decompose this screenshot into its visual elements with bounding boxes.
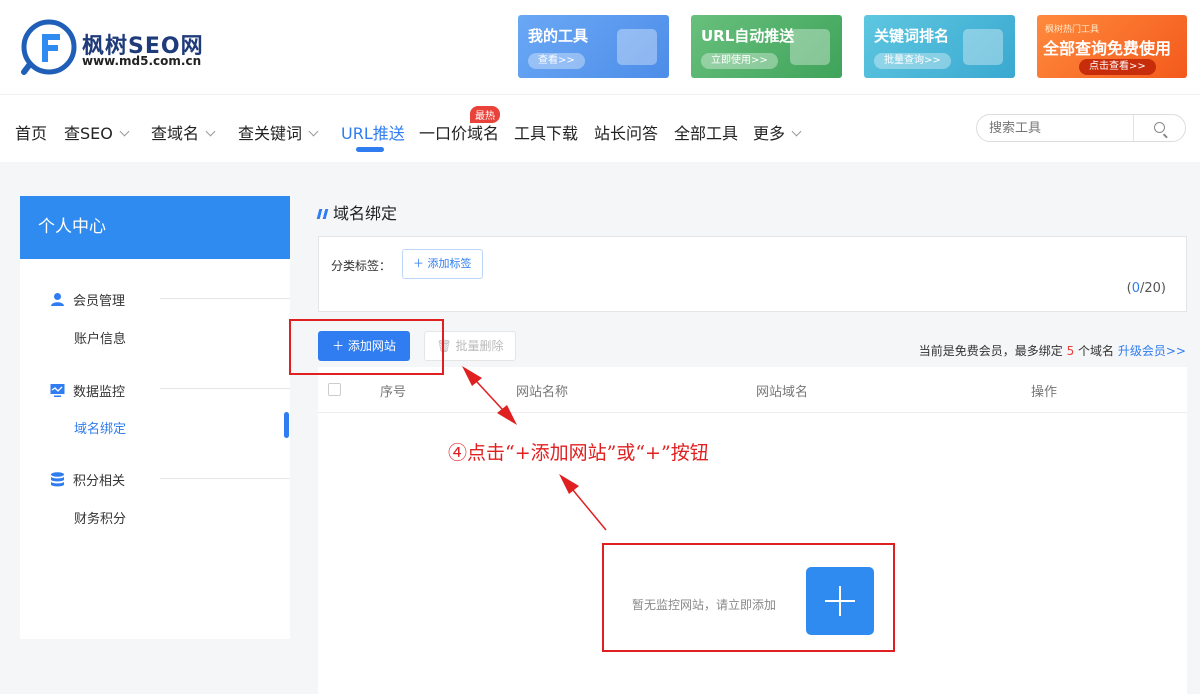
sidebar-item-account-info[interactable]: 账户信息 [74, 328, 126, 347]
column-header-site-name: 网站名称 [516, 385, 569, 400]
active-nav-indicator [356, 147, 384, 152]
sidebar-item-domain-binding[interactable]: 域名绑定 [74, 418, 126, 437]
monitor-icon [50, 384, 65, 397]
banner-title: 我的工具 [528, 27, 589, 45]
logo-url: www.md5.com.cn [82, 54, 202, 68]
site-logo[interactable]: 枫树SEO网 www.md5.com.cn [20, 18, 220, 78]
group-divider [160, 478, 290, 479]
sidebar-group-points: 积分相关 [50, 470, 125, 489]
nav-url-push[interactable]: URL推送 [341, 120, 405, 144]
chevron-down-icon [205, 126, 216, 137]
tag-panel: 分类标签： ＋ 添加标签 (0/20) [318, 236, 1187, 312]
select-all-checkbox[interactable] [328, 383, 341, 396]
banner-title: 关键词排名 [874, 27, 950, 45]
instruction-annotation: ④点击“+添加网站”或“+”按钮 [448, 442, 709, 464]
group-divider [160, 388, 290, 389]
logo-icon [21, 19, 77, 75]
banner-keyword-rank[interactable]: 关键词排名 批量查询>> [864, 15, 1015, 78]
banner-button[interactable]: 点击查看>> [1079, 59, 1156, 75]
chevron-down-icon [308, 126, 319, 137]
toolbox-icon [617, 29, 657, 65]
chevron-down-icon [119, 126, 130, 137]
banner-my-tools[interactable]: 我的工具 查看>> [518, 15, 669, 78]
nav-domain[interactable]: 查域名 [151, 120, 216, 144]
tool-search [976, 114, 1186, 142]
column-header-actions: 操作 [1031, 385, 1058, 400]
highlight-box-plus [602, 543, 895, 652]
main-nav: 首页 查SEO 查域名 查关键词 URL推送 一口价域名 最热 工具下载 站长问… [0, 94, 1200, 162]
column-header-site-domain: 网站域名 [756, 385, 809, 400]
add-tag-button[interactable]: ＋ 添加标签 [402, 249, 483, 279]
search-divider [1133, 115, 1134, 141]
search-icon[interactable] [1154, 122, 1165, 133]
nav-more[interactable]: 更多 [753, 120, 802, 144]
nav-webmaster-qa[interactable]: 站长问答 [594, 120, 658, 144]
upgrade-member-link[interactable]: 升级会员>> [1118, 344, 1186, 358]
highlight-box-add-site [289, 319, 444, 375]
member-note: 当前是免费会员，最多绑定 5 个域名 升级会员>> [918, 344, 1186, 358]
nav-tool-download[interactable]: 工具下载 [514, 120, 578, 144]
chevron-down-icon [791, 126, 802, 137]
banner-url-push[interactable]: URL自动推送 立即使用>> [691, 15, 842, 78]
active-item-marker [284, 412, 289, 438]
nav-keyword[interactable]: 查关键词 [238, 120, 319, 144]
url-doc-icon [790, 29, 830, 65]
sidebar-item-finance-points[interactable]: 财务积分 [74, 508, 126, 527]
user-icon [51, 293, 64, 306]
banner-button[interactable]: 批量查询>> [874, 53, 951, 69]
tag-count: (0/20) [1126, 281, 1166, 296]
column-header-index: 序号 [380, 385, 407, 400]
banner-title: 全部查询免费使用 [1043, 39, 1172, 58]
sidebar-group-member: 会员管理 [50, 290, 125, 309]
group-divider [160, 298, 290, 299]
bar-chart-icon [963, 29, 1003, 65]
tag-label: 分类标签： [331, 259, 392, 273]
nav-all-tools[interactable]: 全部工具 [674, 120, 738, 144]
sidebar: 个人中心 会员管理 账户信息 数据监控 域名绑定 积分相关 财务积分 [20, 196, 290, 639]
sidebar-group-monitor: 数据监控 [50, 381, 125, 400]
banner-button[interactable]: 立即使用>> [701, 53, 778, 69]
database-icon [51, 472, 64, 487]
sidebar-header: 个人中心 [20, 196, 290, 259]
nav-seo[interactable]: 查SEO [64, 120, 130, 144]
banner-button[interactable]: 查看>> [528, 53, 585, 69]
banner-free-query[interactable]: 枫树热门工具 全部查询免费使用 点击查看>> [1037, 15, 1187, 78]
hot-badge: 最热 [470, 106, 500, 123]
page-title: 域名绑定 [316, 200, 397, 224]
banner-subtitle: 枫树热门工具 [1045, 25, 1100, 35]
nav-home[interactable]: 首页 [15, 120, 47, 144]
search-input[interactable] [989, 119, 1129, 137]
site-header: 枫树SEO网 www.md5.com.cn 我的工具 查看>> URL自动推送 … [0, 0, 1200, 94]
nav-fixed-price-domain[interactable]: 一口价域名 [419, 120, 499, 144]
title-mark-icon [316, 209, 329, 219]
table-header: 序号 网站名称 网站域名 操作 [318, 367, 1187, 413]
banner-title: URL自动推送 [701, 27, 795, 45]
